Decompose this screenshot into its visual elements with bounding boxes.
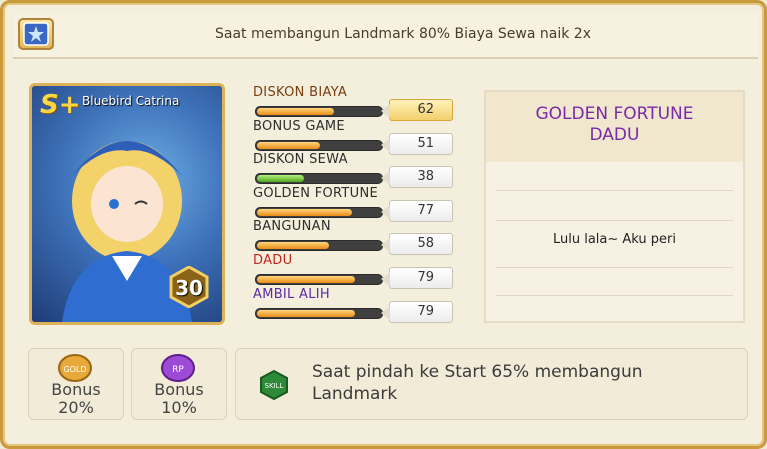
skill-effect: SKILL Saat pindah ke Start 65% membangun… [235,348,748,420]
card-swap-icon[interactable] [18,18,54,50]
divider [496,295,733,296]
gold-bonus-label: Bonus 20% [29,381,123,417]
stat-row: AMBIL ALIH 79 [253,286,458,323]
skill-card: GOLDEN FORTUNE DADU Lulu lala~ Aku peri [484,90,745,323]
gold-icon: GOLD [58,354,92,382]
stat-label: GOLDEN FORTUNE [253,185,379,201]
stat-label: DISKON SEWA [253,152,348,168]
stat-label: DISKON BIAYA [253,85,348,100]
stat-bar-fill [257,309,355,317]
character-name: Bluebird Catrina [82,94,180,108]
stat-bar-fill [257,108,334,115]
character-level: 30 [175,276,203,300]
stat-bar-fill [257,141,320,149]
stat-label: AMBIL ALIH [253,286,330,302]
bonus-value: 10% [161,398,197,417]
character-portrait[interactable]: S+ Bluebird Catrina 30 [29,83,225,325]
bonus-label: Bonus [51,380,101,399]
stat-bar [255,206,383,218]
stat-label: BANGUNAN [253,219,331,235]
top-banner: Saat membangun Landmark 80% Biaya Sewa n… [13,13,758,59]
stat-row: BANGUNAN 58 [253,219,458,256]
stat-row: DADU 79 [253,253,458,289]
svg-text:GOLD: GOLD [63,365,86,374]
bonus-label: Bonus [154,380,204,399]
stat-bar [255,139,383,151]
skill-title-line1: GOLDEN FORTUNE [535,104,694,124]
stat-row: DISKON SEWA 38 [253,152,458,189]
stat-bar [255,240,383,252]
rp-bonus: RP Bonus 10% [131,348,227,420]
svg-text:RP: RP [172,365,184,375]
stat-bar-fill [257,276,355,283]
bonus-value: 20% [58,398,94,417]
stat-row: BONUS GAME 51 [253,118,458,155]
stat-label: DADU [253,253,293,268]
rp-icon: RP [161,354,195,382]
rp-bonus-label: Bonus 10% [132,381,226,417]
stat-bar-fill [257,242,329,250]
stat-bar [255,106,383,117]
rank-label: S+ [40,90,81,120]
banner-text: Saat membangun Landmark 80% Biaya Sewa n… [215,26,591,42]
gold-bonus: GOLD Bonus 20% [28,348,124,420]
stat-bar [255,307,383,319]
skill-effect-text: Saat pindah ke Start 65% membangun Landm… [312,362,643,404]
stat-bar-fill [257,175,304,183]
skill-card-header: GOLDEN FORTUNE DADU [486,92,743,162]
stat-row: GOLDEN FORTUNE 77 [253,185,458,222]
divider [496,190,733,191]
stat-bar-fill [257,208,352,216]
stat-row: DISKON BIAYA 62 [253,85,458,121]
stat-bar [255,274,383,285]
skill-title-line2: DADU [589,125,640,145]
stat-label: BONUS GAME [253,118,345,134]
stat-value: 79 [381,300,453,323]
skill-card-title: GOLDEN FORTUNE DADU [486,104,743,146]
stat-bar [255,173,383,185]
skill-icon: SKILL [260,370,288,400]
svg-text:SKILL: SKILL [265,382,284,390]
divider [496,220,733,221]
card-detail-panel: Saat membangun Landmark 80% Biaya Sewa n… [0,0,767,449]
skill-card-description: Lulu lala~ Aku peri [552,232,677,247]
divider [496,267,733,268]
